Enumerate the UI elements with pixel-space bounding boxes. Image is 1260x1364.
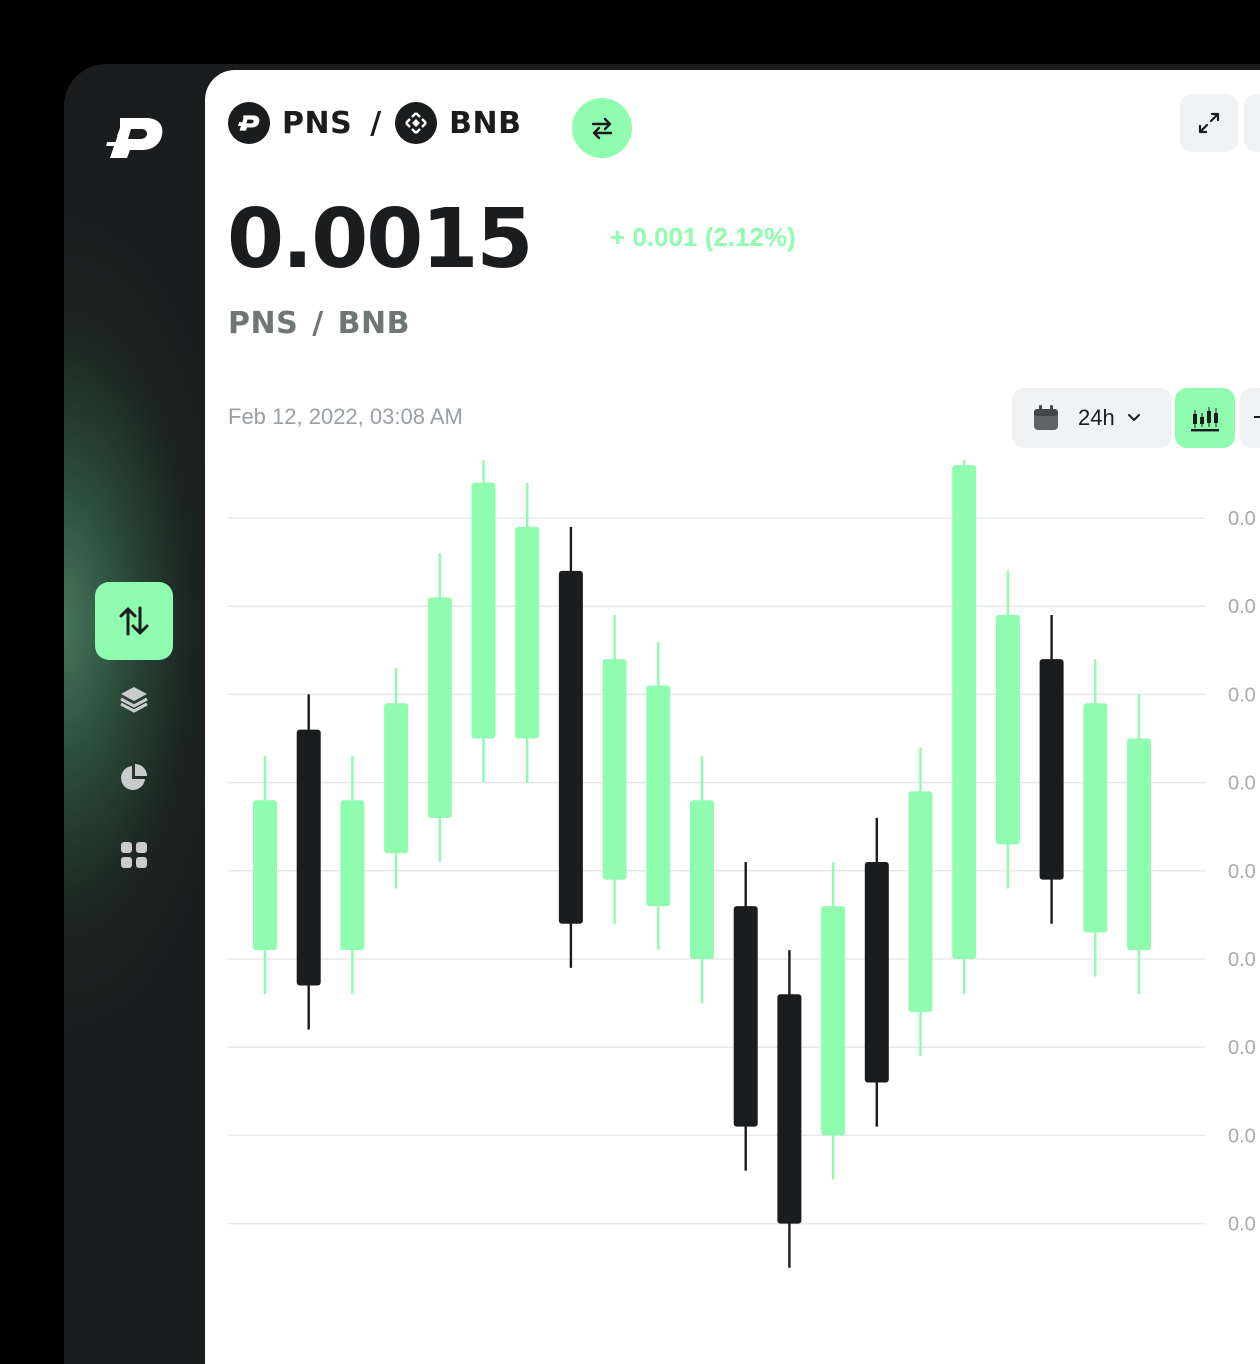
calendar-icon (1034, 405, 1058, 430)
more-button[interactable] (1244, 94, 1260, 152)
candle-body (340, 800, 365, 951)
candle[interactable] (384, 667, 409, 889)
candle[interactable] (558, 526, 583, 968)
pie-chart-icon (121, 764, 147, 790)
candle-body (646, 685, 671, 907)
candle-body (427, 597, 452, 818)
swap-vertical-icon (119, 606, 149, 636)
candle[interactable] (864, 817, 889, 1127)
pair-separator: / (370, 105, 382, 141)
swap-arrows-icon (591, 117, 613, 140)
bnb-token-icon (395, 102, 438, 144)
chart-timestamp: Feb 12, 2022, 03:08 AM (228, 404, 463, 429)
pair-subtitle-separator: / (312, 306, 324, 341)
sidebar-item-analytics[interactable] (95, 738, 173, 816)
line-chart-icon (1254, 416, 1260, 418)
layers-icon (120, 687, 148, 713)
candle-body (995, 615, 1020, 845)
pair-subtitle-base: PNS (228, 306, 299, 341)
candle-body (384, 703, 409, 854)
current-price: 0.0015 (227, 192, 533, 287)
base-token-label: PNS (282, 105, 353, 141)
candle[interactable] (515, 482, 540, 783)
grid-icon (121, 842, 147, 868)
candle[interactable] (427, 553, 452, 862)
candlestick-chart: 0.0 0.0 0.0 0.0 0.0 0.0 0.0 0.0 0.0 (228, 460, 1256, 1268)
time-range-dropdown[interactable]: 24h (1012, 388, 1172, 448)
candle-body (821, 906, 846, 1136)
candle-body (1039, 659, 1064, 880)
candlestick-icon (1191, 407, 1219, 432)
candle-body (602, 659, 627, 880)
y-tick-label: 0.0 (1228, 861, 1256, 883)
pair-subtitle: PNS / BNB (228, 306, 410, 341)
candle[interactable] (1083, 659, 1108, 977)
sidebar-item-layers[interactable] (95, 660, 173, 738)
candle-body (1083, 703, 1108, 933)
y-tick-label: 0.0 (1228, 1214, 1256, 1236)
y-tick-label: 0.0 (1228, 1125, 1256, 1147)
candle[interactable] (995, 570, 1020, 889)
sidebar-item-dashboard[interactable] (95, 816, 173, 894)
app-window: PNS / BNB 0.0015 + 0.001 (2.12%) PNS / B… (64, 64, 1260, 1364)
candle-body (733, 906, 758, 1127)
candle-body (1127, 738, 1151, 951)
y-tick-label: 0.0 (1228, 773, 1256, 795)
candle-body (471, 482, 496, 739)
pair-subtitle-quote: BNB (337, 306, 411, 341)
pns-token-icon (228, 102, 270, 144)
candle[interactable] (777, 950, 802, 1268)
chevron-down-icon (1127, 414, 1140, 421)
candle[interactable] (908, 747, 933, 1057)
time-range-value: 24h (1078, 405, 1115, 430)
candle[interactable] (733, 861, 758, 1171)
candle[interactable] (1127, 694, 1151, 995)
expand-button[interactable] (1180, 94, 1238, 152)
candle-body (515, 526, 540, 739)
candlestick-chart-button[interactable] (1175, 388, 1235, 448)
pinksale-logo-icon[interactable] (106, 116, 164, 160)
token-pair-header[interactable]: PNS / BNB (228, 98, 522, 148)
y-tick-label: 0.0 (1228, 949, 1256, 971)
price-change: + 0.001 (2.12%) (610, 222, 796, 252)
candle-body (253, 800, 277, 951)
candle-body (908, 791, 933, 1012)
y-tick-label: 0.0 (1228, 1037, 1256, 1059)
expand-icon (1198, 112, 1220, 134)
candle[interactable] (821, 861, 846, 1180)
candle-body (864, 861, 889, 1083)
candle[interactable] (646, 641, 671, 951)
candle[interactable] (1039, 615, 1064, 924)
candle[interactable] (952, 460, 977, 995)
candle[interactable] (602, 615, 627, 924)
candle[interactable] (690, 756, 714, 1004)
quote-token-label: BNB (449, 105, 522, 141)
sidebar (64, 64, 205, 1364)
candle[interactable] (296, 694, 321, 1030)
candle[interactable] (471, 460, 496, 783)
candle-body (777, 994, 802, 1224)
candle-body (690, 800, 714, 959)
line-chart-button[interactable] (1240, 388, 1260, 448)
candle-body (296, 729, 321, 986)
y-tick-label: 0.0 (1228, 596, 1256, 618)
y-tick-label: 0.0 (1228, 684, 1256, 706)
candle-body (952, 465, 977, 959)
sidebar-item-swap[interactable] (95, 582, 173, 660)
chart-panel: PNS / BNB 0.0015 + 0.001 (2.12%) PNS / B… (205, 70, 1260, 1364)
candle-body (558, 570, 583, 924)
swap-pair-button[interactable] (572, 98, 632, 158)
y-tick-label: 0.0 (1228, 508, 1256, 530)
